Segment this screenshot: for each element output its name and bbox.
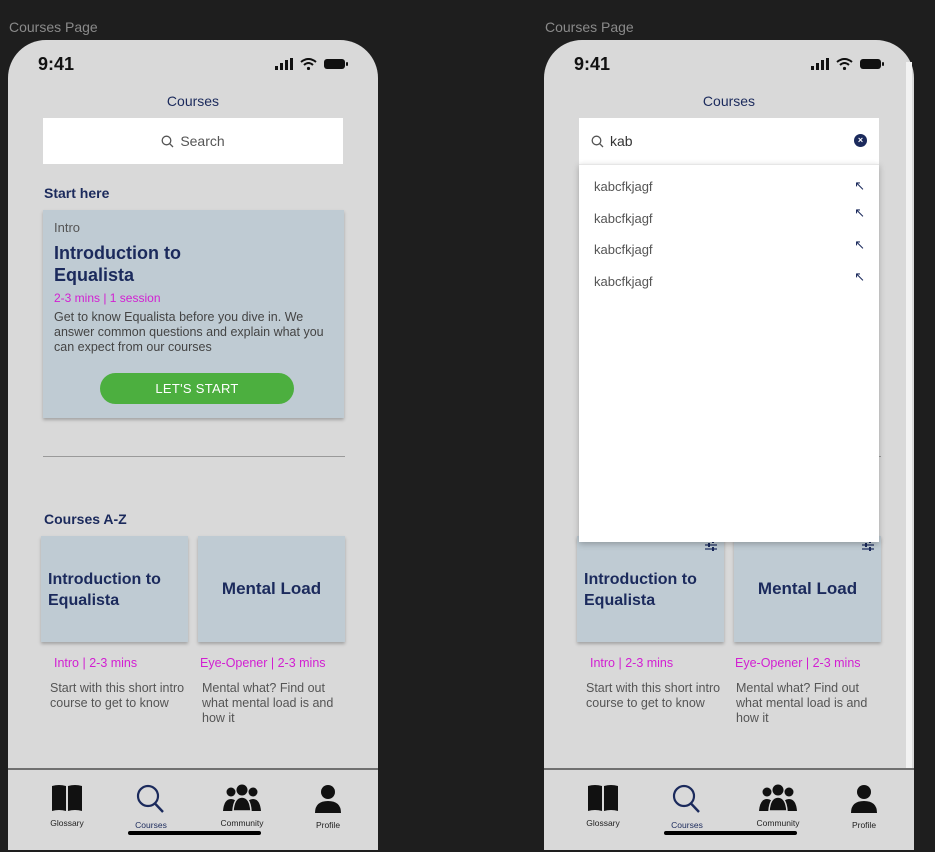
intro-card-meta: 2-3 mins | 1 session [54,291,161,305]
intro-course-card[interactable]: Intro Introduction to Equalista 2-3 mins… [43,210,344,418]
arrow-up-left-icon[interactable]: ↖ [854,178,865,194]
tab-glossary[interactable]: Glossary [571,784,635,828]
tab-community[interactable]: Community [210,784,274,828]
course-card-title: Mental Load [757,579,858,598]
tab-label: Profile [315,820,341,830]
profile-icon [851,785,877,813]
course-description: Start with this short intro course to ge… [586,681,721,710]
home-indicator [664,831,797,835]
arrow-up-left-icon[interactable]: ↖ [854,205,865,221]
suggestion-item[interactable]: kabcfkjagf [594,179,653,194]
tab-profile[interactable]: Profile [832,784,896,830]
courses-az-heading: Courses A-Z [44,511,127,527]
community-icon [223,784,261,812]
search-input[interactable]: kab × [579,118,879,164]
course-card-title: Mental Load [221,579,322,598]
community-icon [759,784,797,812]
intro-card-title: Introduction to Equalista [54,243,181,285]
course-card-mental-load[interactable]: Mental Load [198,536,345,642]
start-here-heading: Start here [44,185,110,201]
battery-icon [860,59,884,69]
course-meta: Intro | 2-3 mins [590,656,674,670]
course-card-mental-load[interactable]: Mental Load [734,536,881,642]
lets-start-button[interactable]: LET'S START [100,373,294,404]
course-card-introduction[interactable]: Introduction to Equalista [41,536,188,642]
tab-community[interactable]: Community [746,784,810,828]
phone-screen-default: 9:41 Courses Search Start here Intro Int… [8,40,378,850]
course-card-title: Introduction to Equalista [48,571,161,609]
course-description: Mental what? Find out what mental load i… [736,681,868,725]
course-meta: Eye-Opener | 2-3 mins [200,656,326,670]
search-suggestions-dropdown: kabcfkjagf ↖ kabcfkjagf ↖ kabcfkjagf ↖ k… [579,164,879,542]
status-time: 9:41 [38,54,75,74]
course-description: Start with this short intro course to ge… [50,681,185,710]
search-query-text: kab [610,133,633,149]
page-title: Courses [166,93,220,109]
status-bar: 9:41 [8,54,378,76]
tab-glossary[interactable]: Glossary [35,784,99,828]
search-icon [672,784,700,813]
home-indicator [128,831,261,835]
course-meta: Eye-Opener | 2-3 mins [735,656,861,670]
profile-icon [315,785,341,813]
wifi-icon [836,58,853,70]
status-bar: 9:41 [544,54,914,76]
tab-label: Community [756,818,800,828]
tab-profile[interactable]: Profile [296,784,360,830]
suggestion-item[interactable]: kabcfkjagf [594,242,653,257]
tab-label: Courses [671,820,703,830]
wifi-icon [300,58,317,70]
course-meta: Intro | 2-3 mins [54,656,138,670]
intro-card-description: Get to know Equalista before you dive in… [54,310,324,354]
book-icon [588,785,618,811]
section-divider [43,456,345,457]
arrow-up-left-icon[interactable]: ↖ [854,269,865,285]
cellular-signal-icon [811,58,829,70]
battery-icon [324,59,348,69]
bottom-tab-bar: Glossary Courses Community Profile [544,768,914,850]
frame-label: Courses Page [9,19,98,35]
course-card-introduction[interactable]: Introduction to Equalista [577,536,724,642]
tab-label: Glossary [50,818,84,828]
cellular-signal-icon [275,58,293,70]
status-time: 9:41 [574,54,611,74]
tab-courses[interactable]: Courses [655,784,719,830]
search-input[interactable]: Search [43,118,343,164]
tab-label: Community [220,818,264,828]
arrow-up-left-icon[interactable]: ↖ [854,237,865,253]
clear-search-icon[interactable]: × [854,134,867,147]
bottom-tab-bar: Glossary Courses Community Profile [8,768,378,850]
course-description: Mental what? Find out what mental load i… [202,681,334,725]
page-title: Courses [702,93,756,109]
tab-label: Profile [851,820,877,830]
intro-card-kicker: Intro [54,220,81,235]
frame-edge [906,62,912,768]
suggestion-item[interactable]: kabcfkjagf [594,211,653,226]
search-placeholder: Search [180,133,225,149]
book-icon [52,785,82,811]
search-icon [161,135,174,147]
tab-label: Courses [135,820,167,830]
suggestion-item[interactable]: kabcfkjagf [594,274,653,289]
course-card-title: Introduction to Equalista [584,571,697,609]
search-icon [591,135,604,147]
tab-courses[interactable]: Courses [119,784,183,830]
search-icon [136,784,164,813]
tab-label: Glossary [586,818,620,828]
frame-label: Courses Page [545,19,634,35]
phone-screen-search-active: 9:41 Courses Introduction to Equalista M… [544,40,914,850]
